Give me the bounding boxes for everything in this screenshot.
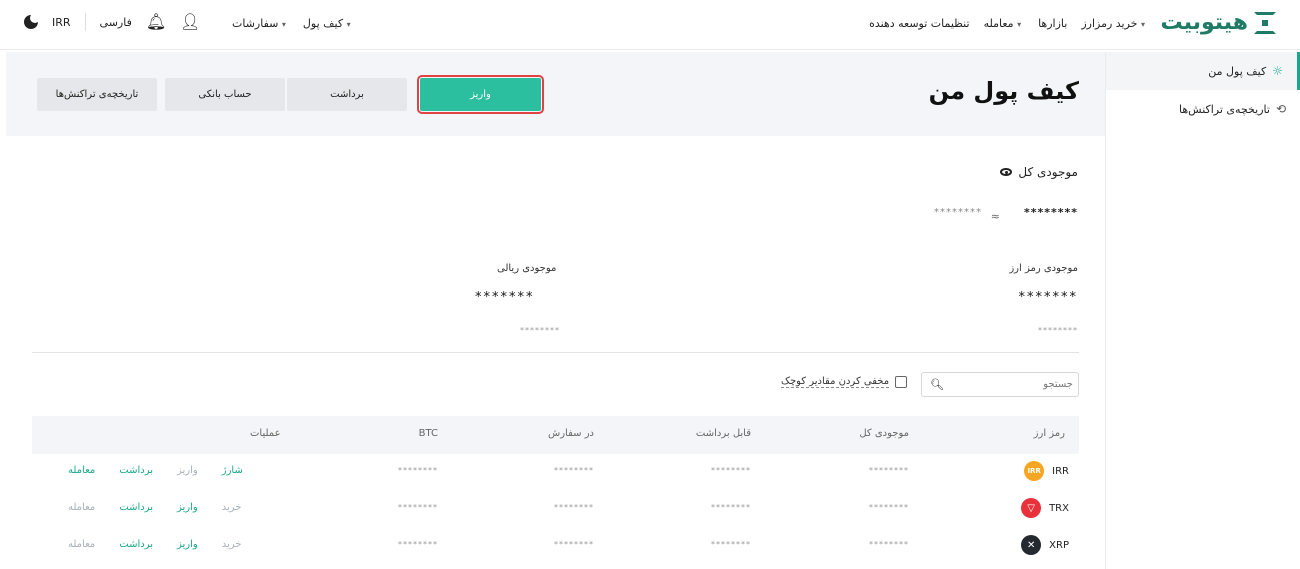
approx-sign: ≈ — [990, 210, 1000, 223]
deposit-link[interactable]: واریز — [177, 465, 198, 476]
header-coin: رمز ارز — [1033, 428, 1065, 439]
crypto-balance-value: ******* — [1018, 290, 1078, 305]
row-operations: معامله برداشت واریز خرید — [68, 502, 241, 513]
cell-in-order: ******** — [554, 503, 594, 512]
logo-text: هیتوبیت — [1160, 10, 1248, 35]
cell-withdrawable: ******** — [711, 540, 751, 549]
sidebar-item-my-wallet[interactable]: ☼ کیف پول من — [1106, 52, 1300, 90]
page-title: کیف پول من — [928, 77, 1079, 105]
sidebar-item-label: کیف پول من — [1208, 64, 1267, 78]
currency-selector[interactable]: IRR — [52, 16, 71, 29]
nav-developer-settings[interactable]: تنظیمات توسعه دهنده — [869, 17, 970, 30]
coin-symbol: XRP — [1049, 539, 1069, 551]
nav-markets[interactable]: بازارها — [1038, 17, 1067, 30]
wallet-header: کیف پول من واریز برداشت حساب بانکی تاریخ… — [6, 52, 1105, 136]
bank-account-button[interactable]: حساب بانکی — [165, 78, 285, 111]
cell-btc: ******** — [398, 503, 438, 512]
coin-cell: ▽ TRX — [1021, 498, 1069, 518]
crypto-balance-secondary: ******** — [1038, 326, 1078, 335]
hide-small-label: مخفی کردن مقادیر کوچک — [781, 376, 890, 388]
cell-withdrawable: ******** — [711, 466, 751, 475]
cell-btc: ******** — [398, 540, 438, 549]
coin-symbol: TRX — [1049, 502, 1069, 514]
bell-icon[interactable]: 🔔︎ — [146, 14, 166, 30]
table-row: ✕ XRP ******** ******** ******** *******… — [32, 528, 1079, 565]
cell-in-order: ******** — [554, 466, 594, 475]
withdraw-link[interactable]: برداشت — [119, 465, 153, 476]
header-operations: عملیات — [250, 428, 281, 439]
nav-trade[interactable]: معامله ▾ — [984, 17, 1025, 30]
total-balance-value: ******** — [1023, 206, 1078, 219]
hide-small-checkbox[interactable] — [895, 376, 908, 388]
header-total: موجودی کل — [859, 428, 909, 439]
trade-link[interactable]: معامله — [68, 539, 95, 550]
logo-mark-icon — [1254, 11, 1276, 34]
main-nav: خرید رمزارز ▾ بازارها معامله ▾ تنظیمات ت… — [869, 17, 1148, 30]
buy-link[interactable]: خرید — [222, 502, 242, 513]
top-header: هیتوبیت خرید رمزارز ▾ بازارها معامله ▾ ت… — [0, 0, 1300, 50]
nav-buy-crypto[interactable]: خرید رمزارز ▾ — [1081, 17, 1148, 30]
coin-symbol: IRR — [1052, 465, 1069, 477]
trade-link[interactable]: معامله — [68, 465, 95, 476]
divider — [84, 13, 86, 31]
total-balance-secondary: ******** — [934, 207, 982, 218]
eye-icon[interactable] — [1000, 168, 1013, 176]
hide-small-filter[interactable]: مخفی کردن مقادیر کوچک — [781, 376, 908, 388]
language-selector[interactable]: فارسی — [100, 16, 132, 29]
coin-cell: ✕ XRP — [1021, 535, 1069, 555]
withdraw-button[interactable]: برداشت — [287, 78, 407, 111]
rial-balance-secondary: ******** — [520, 326, 560, 335]
search-icon: 🔍︎ — [930, 378, 944, 391]
row-operations: معامله برداشت واریز خرید — [68, 539, 241, 550]
buy-link[interactable]: خرید — [222, 539, 242, 550]
cell-total: ******** — [869, 503, 909, 512]
sidebar: ☼ کیف پول من ⟲ تاریخچه‌ی تراکنش‌ها — [1105, 52, 1300, 569]
divider — [32, 352, 1079, 353]
sidebar-item-history[interactable]: ⟲ تاریخچه‌ی تراکنش‌ها — [1106, 90, 1300, 128]
user-icon[interactable]: 👤︎ — [180, 14, 200, 30]
header-in-order: در سفارش — [548, 428, 594, 439]
xrp-coin-icon: ✕ — [1021, 535, 1042, 555]
total-balance-label: موجودی کل — [1000, 165, 1078, 179]
trade-link[interactable]: معامله — [68, 502, 95, 513]
withdraw-link[interactable]: برداشت — [119, 502, 153, 513]
deposit-button[interactable]: واریز — [417, 75, 544, 114]
header-btc: BTC — [418, 428, 438, 439]
wallet-sun-icon: ☼ — [1272, 64, 1283, 78]
logo[interactable]: هیتوبیت — [1160, 10, 1276, 35]
rial-balance-value: ******* — [475, 290, 535, 305]
cell-total: ******** — [869, 466, 909, 475]
table-row: ▽ TRX ******** ******** ******** *******… — [32, 491, 1079, 528]
history-icon: ⟲ — [1275, 102, 1286, 116]
row-operations: معامله برداشت واریز شارژ — [68, 465, 243, 476]
header-utilities: IRR فارسی 🔔︎ 👤︎ — [24, 13, 200, 31]
transaction-history-button[interactable]: تاریخچه‌ی تراکنش‌ها — [37, 78, 157, 111]
wallet-menu[interactable]: کیف پول ▾ — [303, 17, 354, 30]
cell-withdrawable: ******** — [711, 503, 751, 512]
cell-btc: ******** — [398, 466, 438, 475]
moon-icon[interactable] — [24, 13, 40, 29]
search-input[interactable] — [947, 379, 1073, 390]
deposit-link[interactable]: واریز — [177, 539, 198, 550]
trx-coin-icon: ▽ — [1021, 498, 1042, 518]
coin-cell: IRR IRR — [1024, 461, 1069, 481]
withdraw-link[interactable]: برداشت — [119, 539, 153, 550]
table-header: رمز ارز موجودی کل قابل برداشت در سفارش B… — [32, 416, 1079, 454]
charge-link[interactable]: شارژ — [222, 465, 243, 476]
search-box: 🔍︎ — [921, 372, 1079, 397]
irr-coin-icon: IRR — [1024, 461, 1045, 481]
orders-menu[interactable]: سفارشات ▾ — [232, 17, 289, 30]
table-row: IRR IRR ******** ******** ******** *****… — [32, 454, 1079, 491]
crypto-balance-label: موجودی رمز ارز — [1009, 263, 1078, 274]
cell-in-order: ******** — [554, 540, 594, 549]
cell-total: ******** — [869, 540, 909, 549]
header-withdrawable: قابل برداشت — [695, 428, 751, 439]
deposit-link[interactable]: واریز — [177, 502, 198, 513]
rial-balance-label: موجودی ریالی — [497, 263, 557, 274]
sidebar-item-label: تاریخچه‌ی تراکنش‌ها — [1179, 102, 1270, 116]
